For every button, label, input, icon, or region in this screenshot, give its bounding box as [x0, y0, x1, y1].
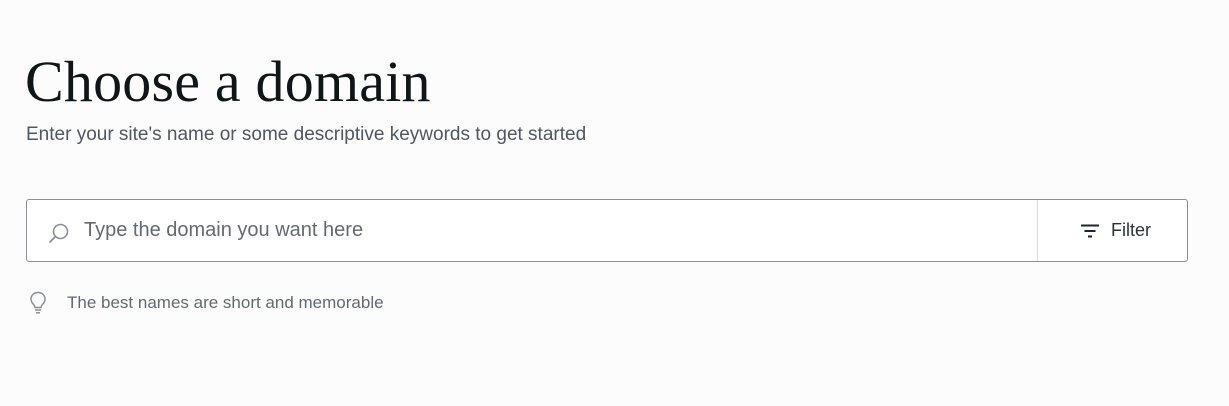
filter-label: Filter [1111, 220, 1151, 240]
search-icon [49, 223, 69, 243]
lightbulb-icon [30, 291, 46, 314]
domain-tip: The best names are short and memorable [28, 290, 384, 316]
search-field [27, 200, 1037, 261]
tip-text: The best names are short and memorable [67, 293, 384, 312]
domain-search-input[interactable] [84, 200, 1027, 261]
filter-icon [1081, 224, 1099, 237]
domain-search-box: Filter [26, 199, 1188, 262]
filter-button[interactable]: Filter [1037, 200, 1187, 261]
page-subtitle: Enter your site's name or some descripti… [26, 124, 587, 145]
page-title: Choose a domain [25, 49, 431, 114]
